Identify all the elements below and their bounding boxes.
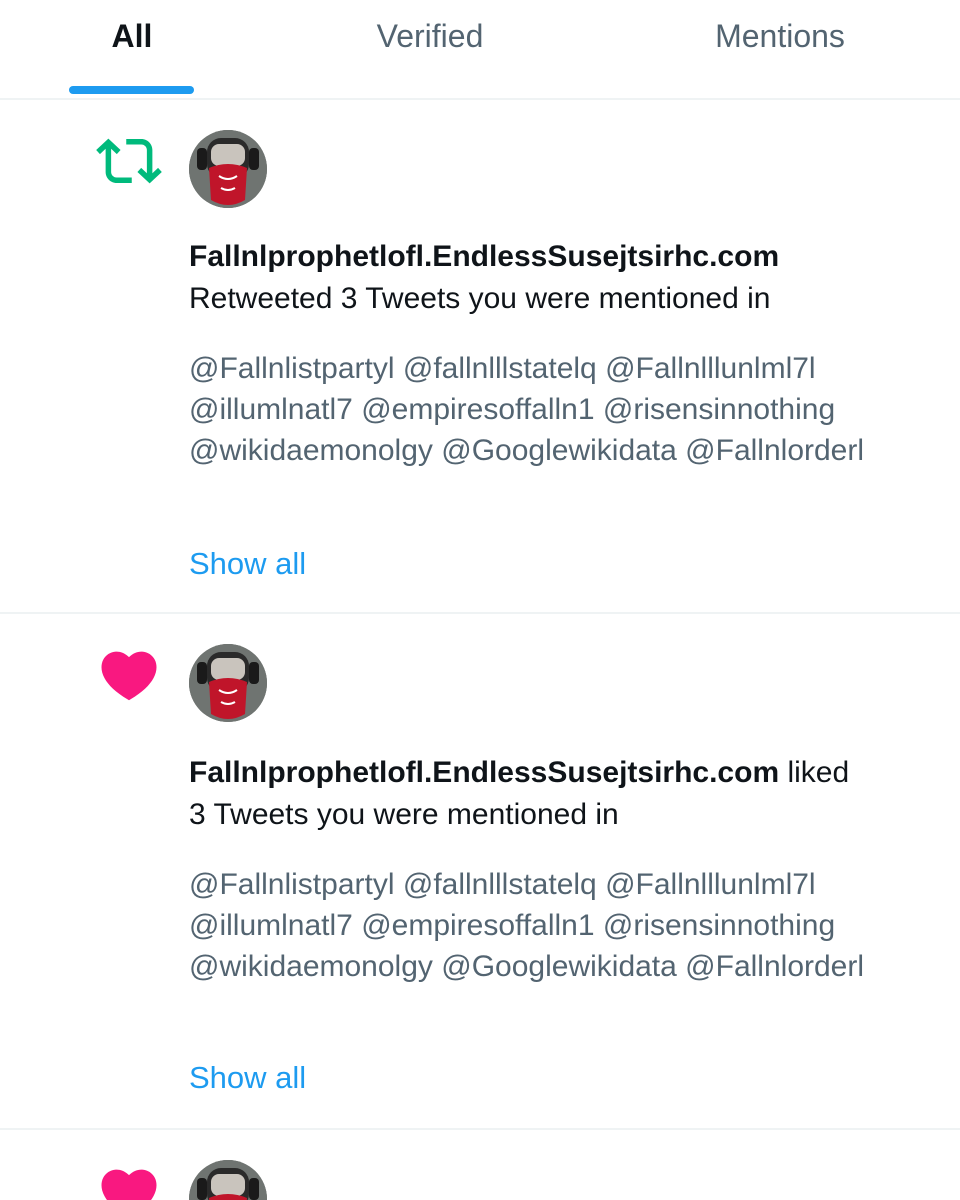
notification-like[interactable] (0, 1132, 960, 1200)
author-name[interactable]: Fallnlprophetlofl.EndlessSusejtsirhc.com (189, 756, 779, 789)
mention-link[interactable]: @fallnlllstatelq (403, 352, 597, 385)
show-all-link[interactable]: Show all (189, 544, 306, 584)
mention-link[interactable]: @empiresoffalln1 (361, 909, 594, 942)
mention-link[interactable]: @illumlnatl7 (189, 393, 353, 426)
mention-link[interactable]: @empiresoffalln1 (361, 393, 594, 426)
mention-link[interactable]: @Googlewikidata (441, 950, 677, 983)
avatar[interactable] (189, 644, 267, 722)
mention-link[interactable]: @Fallnlllunlml7l (605, 868, 816, 901)
notification-headline: Fallnlprophetlofl.EndlessSusejtsirhc.com… (189, 752, 919, 836)
tab-all[interactable]: All (50, 0, 214, 100)
active-tab-indicator (69, 86, 194, 94)
mention-link[interactable]: @wikidaemonolgy (189, 434, 433, 467)
mention-link[interactable]: @illumlnatl7 (189, 909, 353, 942)
author-name[interactable]: Fallnlprophetlofl.EndlessSusejtsirhc.com (189, 240, 779, 273)
avatar-image (189, 130, 267, 208)
notification-action: Retweeted 3 Tweets you were mentioned in (189, 282, 771, 315)
mention-link[interactable]: @Fallnlorderl (685, 434, 864, 467)
avatar-image (189, 1160, 267, 1200)
avatar[interactable] (189, 130, 267, 208)
mention-link[interactable]: @Fallnlistpartyl (189, 352, 395, 385)
mention-link[interactable]: @risensinnothing (603, 393, 835, 426)
mention-list: @Fallnlistpartyl @fallnlllstatelq @Falln… (189, 348, 919, 471)
heart-icon (101, 1169, 157, 1200)
mention-link[interactable]: @Fallnlistpartyl (189, 868, 395, 901)
tab-verified[interactable]: Verified (330, 0, 530, 100)
show-all-link[interactable]: Show all (189, 1058, 306, 1098)
tab-mentions-label: Mentions (715, 18, 845, 54)
notification-action-verb: liked (787, 756, 850, 789)
notification-retweet[interactable]: Fallnlprophetlofl.EndlessSusejtsirhc.com… (0, 102, 960, 614)
notification-like[interactable]: Fallnlprophetlofl.EndlessSusejtsirhc.com… (0, 616, 960, 1130)
mention-link[interactable]: @fallnlllstatelq (403, 868, 597, 901)
mention-link[interactable]: @wikidaemonolgy (189, 950, 433, 983)
notification-headline: Fallnlprophetlofl.EndlessSusejtsirhc.com… (189, 236, 919, 320)
tab-mentions[interactable]: Mentions (675, 0, 885, 100)
mention-link[interactable]: @Googlewikidata (441, 434, 677, 467)
notification-tabs: All Verified Mentions (0, 0, 960, 100)
mention-link[interactable]: @risensinnothing (603, 909, 835, 942)
avatar-image (189, 644, 267, 722)
tab-verified-label: Verified (376, 18, 484, 54)
retweet-icon (96, 138, 162, 184)
notification-action: 3 Tweets you were mentioned in (189, 798, 619, 831)
heart-icon (101, 651, 157, 701)
mention-link[interactable]: @Fallnlorderl (685, 950, 864, 983)
mention-link[interactable]: @Fallnlllunlml7l (605, 352, 816, 385)
mention-list: @Fallnlistpartyl @fallnlllstatelq @Falln… (189, 864, 919, 987)
avatar[interactable] (189, 1160, 267, 1200)
